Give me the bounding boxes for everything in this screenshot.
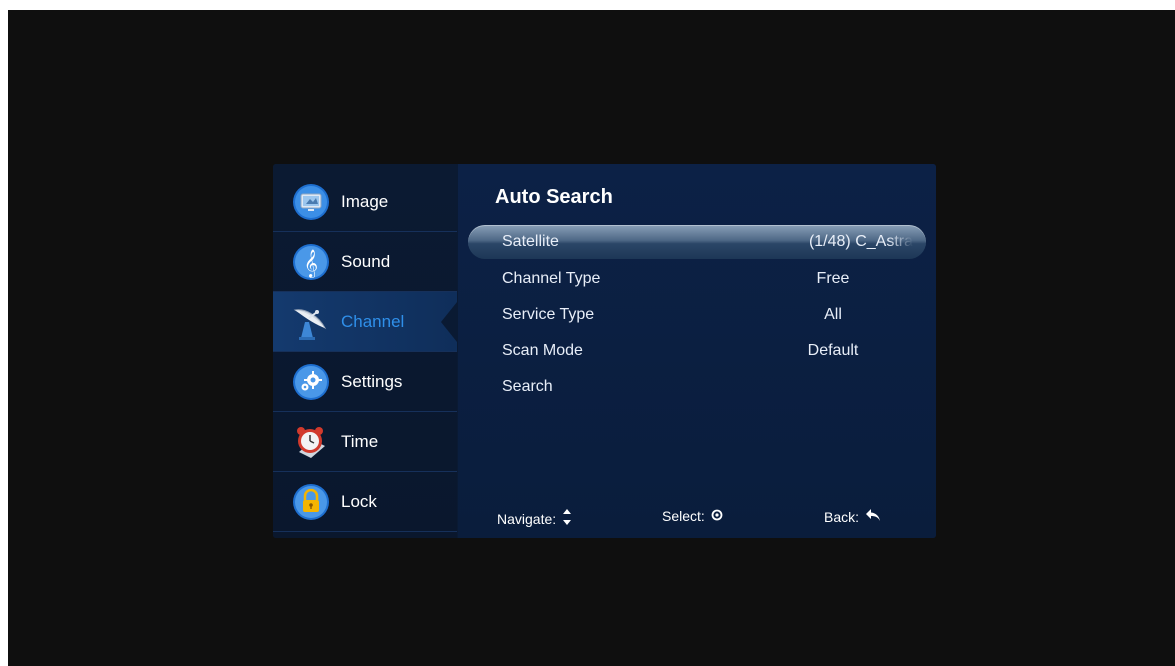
sidebar-item-label: Settings — [341, 371, 403, 391]
navigate-label: Navigate: — [497, 510, 557, 527]
sidebar-item-image[interactable]: Image — [273, 172, 457, 232]
back-label: Back: — [824, 508, 860, 525]
active-indicator — [441, 302, 457, 342]
service-type-row[interactable]: Service Type All — [468, 298, 926, 332]
settings-menu: Image 𝄞 Sound Channel Settings Time Lock… — [273, 164, 936, 538]
auto-search-panel: Auto Search Satellite (1/48) C_Astra Cha… — [458, 164, 936, 538]
sidebar-item-time[interactable]: Time — [273, 412, 457, 472]
padlock-icon — [291, 482, 331, 522]
satellite-dish-icon — [291, 302, 331, 342]
sidebar-item-settings[interactable]: Settings — [273, 352, 457, 412]
select-label: Select: — [662, 508, 705, 524]
sidebar-item-label: Time — [341, 431, 379, 451]
tv-screen: Image 𝄞 Sound Channel Settings Time Lock… — [8, 10, 1175, 666]
row-value: All — [824, 306, 842, 323]
satellite-row[interactable]: Satellite (1/48) C_Astra — [468, 225, 926, 259]
sidebar-item-label: Sound — [341, 251, 391, 271]
panel-title: Auto Search — [495, 186, 613, 208]
row-label: Service Type — [502, 306, 595, 323]
return-arrow-icon — [865, 508, 881, 525]
row-label: Satellite — [502, 233, 559, 250]
search-row[interactable]: Search — [468, 370, 926, 404]
alarm-clock-icon — [291, 422, 331, 462]
channel-type-row[interactable]: Channel Type Free — [468, 262, 926, 296]
monitor-icon — [291, 182, 331, 222]
sidebar-item-lock[interactable]: Lock — [273, 472, 457, 532]
sidebar-item-label: Lock — [341, 491, 377, 511]
sidebar-item-channel[interactable]: Channel — [273, 292, 457, 352]
sidebar-item-label: Channel — [341, 311, 405, 331]
key-hints: Navigate: Select: Back: — [458, 504, 936, 528]
sidebar: Image 𝄞 Sound Channel Settings Time Lock — [273, 164, 457, 538]
back-hint: Back: — [824, 508, 881, 525]
treble-clef-icon: 𝄞 — [291, 242, 331, 282]
up-down-arrows-icon — [562, 508, 572, 529]
row-value: Free — [816, 270, 850, 287]
scan-mode-row[interactable]: Scan Mode Default — [468, 334, 926, 368]
row-value: Default — [807, 342, 859, 359]
row-label: Channel Type — [502, 270, 601, 287]
ok-circle-icon — [711, 508, 723, 524]
row-label: Search — [502, 378, 553, 395]
row-label: Scan Mode — [502, 342, 583, 359]
svg-text:𝄞: 𝄞 — [304, 249, 318, 278]
row-value: (1/48) C_Astra — [808, 233, 913, 250]
navigate-hint: Navigate: — [497, 508, 572, 529]
sidebar-item-label: Image — [341, 191, 389, 211]
gear-icon — [291, 362, 331, 402]
sidebar-item-sound[interactable]: 𝄞 Sound — [273, 232, 457, 292]
select-hint: Select: — [662, 508, 723, 524]
